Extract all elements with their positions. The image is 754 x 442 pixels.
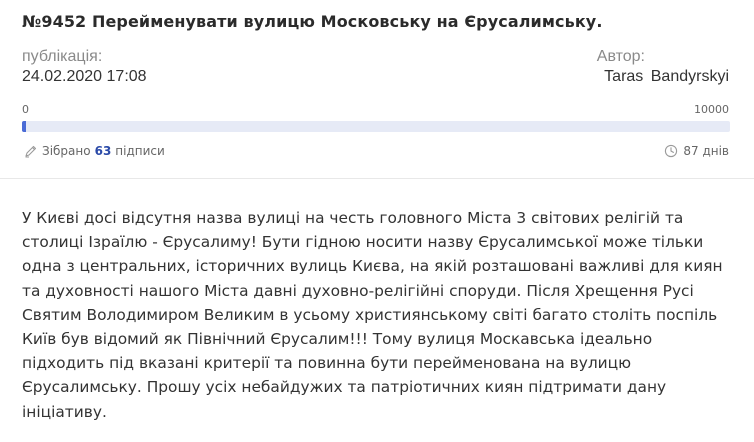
publication-date: 24.02.2020 17:08 bbox=[22, 68, 147, 85]
progress-max-label: 10000 bbox=[694, 103, 729, 116]
signatures-collected: Зібрано 63 підписи bbox=[24, 143, 165, 159]
author-label: Автор: bbox=[596, 48, 645, 65]
petition-card: №9452 Перейменувати вулицю Московську на… bbox=[0, 0, 754, 442]
publication-label: публікація: bbox=[22, 48, 103, 65]
days-remaining-text: 87 днів bbox=[683, 144, 729, 158]
collected-prefix: Зібрано bbox=[42, 144, 91, 158]
petition-text: У Києві досі відсутня назва вулиці на че… bbox=[22, 209, 723, 421]
days-remaining: 87 днів bbox=[664, 143, 729, 159]
clock-icon bbox=[664, 144, 678, 158]
author-name[interactable]: Taras Bandyrskyi bbox=[604, 68, 729, 86]
signature-progress-fill bbox=[22, 121, 27, 132]
divider bbox=[0, 178, 754, 179]
progress-min-label: 0 bbox=[22, 103, 29, 116]
collected-count: 63 bbox=[94, 144, 112, 158]
collected-suffix: підписи bbox=[115, 144, 165, 158]
petition-title: №9452 Перейменувати вулицю Московську на… bbox=[22, 12, 603, 31]
signature-progress-bar bbox=[22, 121, 730, 132]
pen-icon bbox=[24, 144, 38, 158]
